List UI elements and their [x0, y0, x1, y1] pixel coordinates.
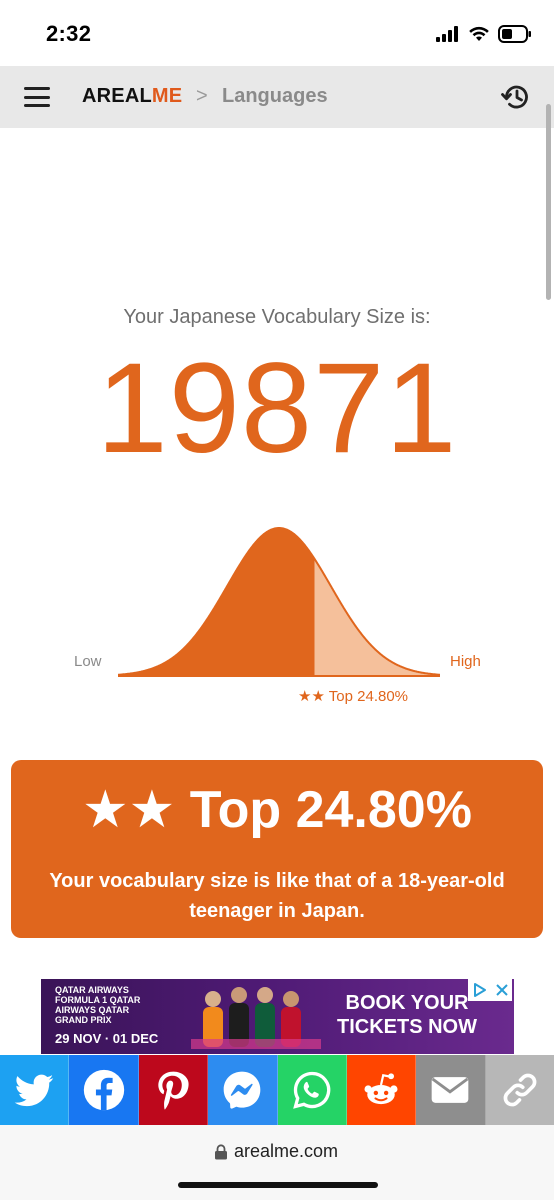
history-icon[interactable] [500, 81, 532, 113]
share-twitter-button[interactable] [0, 1055, 70, 1125]
nav-bar: AREALME > Languages [0, 66, 554, 128]
home-indicator[interactable] [178, 1182, 378, 1188]
email-icon [432, 1077, 469, 1103]
share-facebook-button[interactable] [69, 1055, 139, 1125]
twitter-icon [14, 1074, 54, 1107]
curve-area-below [118, 528, 315, 676]
hamburger-menu-icon[interactable] [24, 84, 50, 110]
browser-url-bar[interactable]: arealme.com [0, 1125, 554, 1200]
facebook-icon [83, 1069, 124, 1111]
ad-close-icon[interactable] [495, 983, 509, 997]
status-time: 2:32 [46, 21, 92, 46]
curve-area-top [314, 558, 440, 676]
result-label: Your Japanese Vocabulary Size is: [123, 306, 431, 328]
share-email-button[interactable] [416, 1055, 486, 1125]
ad-date: 29 NOV · 01 DEC [55, 1031, 159, 1046]
chart-high-label: High [450, 653, 481, 670]
whatsapp-icon [292, 1071, 330, 1109]
brand-main: AREAL [82, 85, 152, 107]
lock-icon [215, 1144, 227, 1160]
result-card: ★★ Top 24.80% Your vocabulary size is li… [11, 760, 543, 938]
reddit-icon [364, 1073, 398, 1105]
cellular-signal-icon [436, 26, 458, 42]
battery-icon [498, 25, 531, 43]
share-bar [0, 1055, 554, 1125]
chart-top-caption: ★★ Top 24.80% [298, 688, 409, 705]
ad-brand-text: QATAR AIRWAYS FORMULA 1 QATAR AIRWAYS QA… [55, 985, 141, 1025]
messenger-icon [223, 1071, 261, 1109]
pinterest-icon [158, 1071, 189, 1110]
status-icons [436, 22, 532, 46]
share-pinterest-button[interactable] [138, 1055, 209, 1125]
ad-choices-icon[interactable] [472, 982, 488, 998]
link-icon [503, 1073, 537, 1107]
status-bar: 2:32 [0, 0, 554, 66]
card-headline: ★★ Top 24.80% [82, 781, 472, 839]
url-domain[interactable]: arealme.com [234, 1141, 338, 1162]
chart-low-label: Low [74, 653, 102, 670]
site-logo[interactable]: AREALME [82, 85, 182, 108]
breadcrumb-separator: > [196, 85, 208, 107]
advertisement-banner[interactable]: QATAR AIRWAYS FORMULA 1 QATAR AIRWAYS QA… [41, 979, 514, 1054]
share-reddit-button[interactable] [346, 1055, 417, 1125]
share-link-button[interactable] [485, 1055, 554, 1125]
breadcrumb-languages[interactable]: Languages [222, 85, 328, 108]
wifi-icon [469, 26, 489, 41]
ad-choices-badge[interactable] [468, 979, 512, 1001]
vocabulary-size-value: 19871 [96, 337, 458, 480]
share-whatsapp-button[interactable] [277, 1055, 347, 1125]
ad-drivers-image [191, 987, 321, 1049]
distribution-bell-curve [118, 527, 440, 677]
brand-accent: ME [151, 85, 183, 107]
card-description: Your vocabulary size is like that of a 1… [49, 870, 505, 922]
page-scrollbar[interactable] [546, 104, 551, 300]
share-messenger-button[interactable] [208, 1055, 278, 1125]
